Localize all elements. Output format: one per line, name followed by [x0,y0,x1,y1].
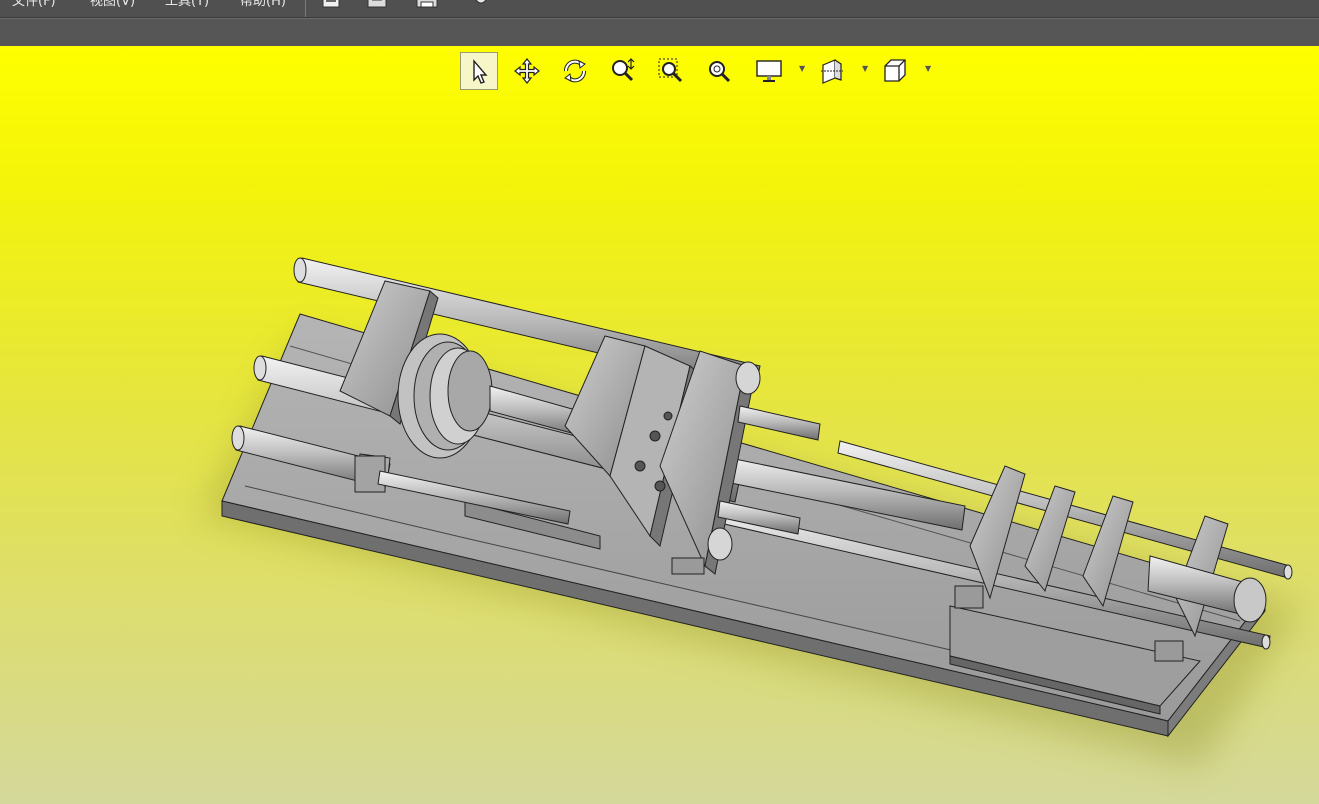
save-icon[interactable] [366,0,388,8]
3d-viewport[interactable]: ▼ ▼ ▼ [0,46,1319,804]
print-icon[interactable] [416,0,438,8]
open-file-icon[interactable] [320,0,342,8]
menu-tools[interactable]: 工具(T) [165,0,209,13]
toolbar-strip [0,18,1319,47]
menu-bar: 文件(F) 视图(V) 工具(T) 帮助(H) [0,0,1319,18]
cad-model[interactable] [0,46,1319,804]
settings-icon[interactable] [470,0,492,8]
menu-separator [305,0,306,17]
menu-file[interactable]: 文件(F) [12,0,56,13]
menu-view[interactable]: 视图(V) [90,0,135,13]
menu-help[interactable]: 帮助(H) [240,0,286,13]
